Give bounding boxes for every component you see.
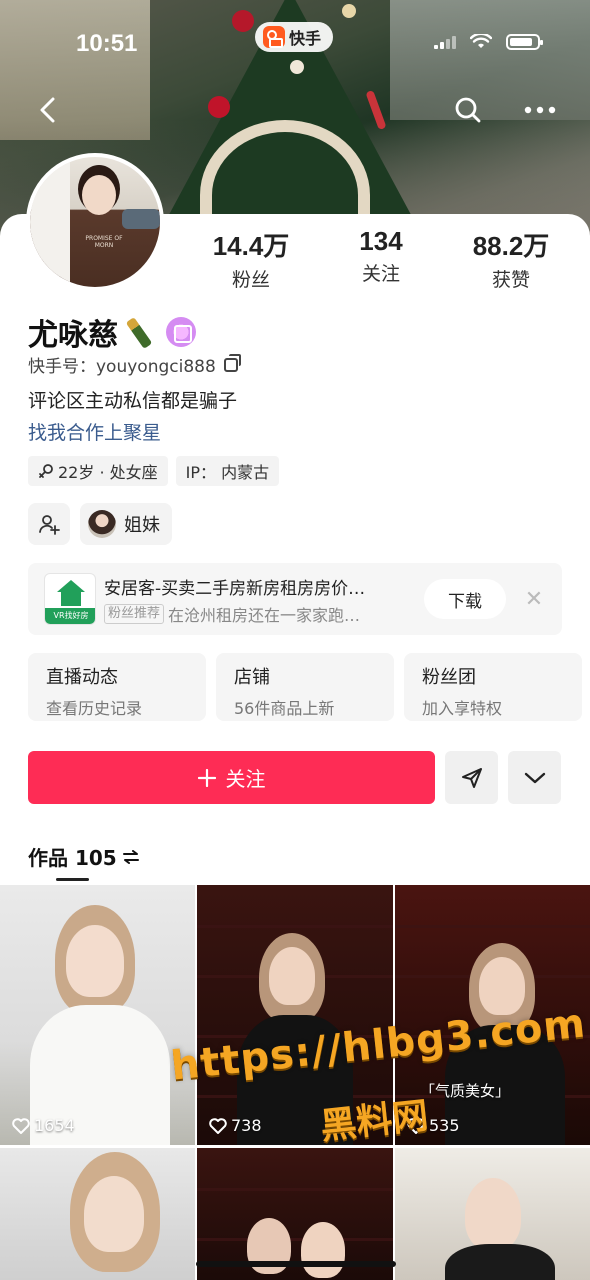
chevron-left-icon — [40, 97, 55, 123]
champagne-emoji-icon — [122, 315, 156, 349]
feature-title: 粉丝团 — [422, 667, 476, 688]
app-pill-label: 快手 — [289, 29, 322, 48]
follow-label: 关注 — [225, 767, 266, 791]
heart-icon — [12, 1117, 30, 1134]
stats-row: 14.4万 粉丝 134 关注 88.2万 获赞 — [196, 226, 566, 292]
stat-value: 88.2万 — [472, 231, 550, 261]
add-user-icon — [39, 515, 60, 535]
friend-avatar — [88, 510, 116, 538]
status-bar: 10:51 快手 — [0, 0, 590, 88]
likes-value: 738 — [231, 1116, 262, 1135]
level-badge-icon[interactable] — [166, 317, 196, 347]
feature-title: 店铺 — [234, 667, 270, 688]
add-friend-button[interactable] — [28, 503, 70, 545]
wifi-icon — [470, 34, 492, 48]
bio-text: 评论区主动私信都是骗子 — [28, 390, 238, 412]
more-button[interactable] — [518, 88, 562, 132]
chevron-down-icon — [524, 772, 545, 783]
stat-value: 14.4万 — [212, 231, 290, 261]
home-indicator[interactable] — [196, 1261, 396, 1267]
video-thumb[interactable] — [0, 1148, 195, 1280]
friend-pill[interactable]: 姐妹 — [80, 503, 172, 545]
works-tab-indicator — [56, 878, 89, 881]
feature-shop[interactable]: 店铺 56件商品上新 — [216, 653, 394, 721]
profile-name: 尤咏慈 — [28, 318, 118, 353]
ad-title: 安居客-买卖二手房新房租房房价… — [104, 579, 366, 599]
feature-fanclub[interactable]: 粉丝团 加入享特权 — [404, 653, 582, 721]
ip-tag-label: IP： 内蒙古 — [185, 463, 270, 482]
feature-subtitle: 查看历史记录 — [46, 699, 143, 718]
ad-subtitle: 在沧州租房还在一家家跑… — [168, 606, 361, 625]
video-caption: 「气质美女」 — [420, 1082, 511, 1100]
expand-button[interactable] — [508, 751, 561, 804]
system-icons — [434, 34, 543, 50]
ad-tag: 粉丝推荐 — [104, 604, 165, 624]
feature-title: 直播动态 — [46, 667, 118, 688]
battery-icon — [506, 34, 543, 50]
follow-button[interactable]: 关注 — [28, 751, 435, 804]
likes-count: 1654 — [12, 1116, 75, 1135]
age-tag: 22岁 · 处女座 — [28, 456, 168, 486]
stat-following[interactable]: 134 关注 — [326, 226, 436, 292]
likes-value: 1654 — [34, 1116, 75, 1135]
kuaishou-id: 快手号：youyongci888 — [28, 357, 216, 377]
stat-label: 关注 — [361, 263, 400, 285]
status-time: 10:51 — [76, 30, 138, 57]
feature-live[interactable]: 直播动态 查看历史记录 — [28, 653, 206, 721]
friend-label: 姐妹 — [124, 515, 160, 536]
stat-label: 获赞 — [491, 269, 530, 291]
social-pills: 姐妹 — [28, 503, 172, 545]
app-pill[interactable]: 快手 — [255, 22, 334, 52]
ad-download-button[interactable]: 下载 — [424, 579, 506, 619]
search-button[interactable] — [446, 88, 490, 132]
avatar[interactable]: PROMISE OF MORN — [26, 153, 164, 291]
copy-icon[interactable] — [223, 353, 241, 372]
ad-banner[interactable]: VR找好房 安居客-买卖二手房新房租房房价… 粉丝推荐 在沧州租房还在一家家跑…… — [28, 563, 562, 635]
ad-subtitle-row: 粉丝推荐 在沧州租房还在一家家跑… — [104, 602, 424, 626]
likes-value: 535 — [429, 1116, 460, 1135]
stat-followers[interactable]: 14.4万 粉丝 — [196, 226, 306, 292]
works-tab-label: 作品 105 — [28, 846, 117, 870]
anjuke-app-icon: VR找好房 — [44, 573, 96, 625]
feature-subtitle: 56件商品上新 — [234, 699, 335, 718]
video-thumb[interactable]: 1654 — [0, 885, 195, 1145]
works-tab[interactable]: 作品 105 — [28, 842, 139, 871]
more-dots-icon — [524, 106, 556, 114]
kuaishou-id-row[interactable]: 快手号：youyongci888 — [28, 352, 241, 377]
close-icon[interactable]: ✕ — [520, 585, 548, 613]
ad-icon-text: VR找好房 — [45, 608, 95, 624]
age-tag-label: 22岁 · 处女座 — [58, 463, 158, 482]
heart-icon — [209, 1117, 227, 1134]
stat-value: 134 — [359, 226, 403, 256]
feature-subtitle: 加入享特权 — [422, 699, 503, 718]
message-button[interactable] — [445, 751, 498, 804]
likes-count: 738 — [209, 1116, 262, 1135]
video-thumb[interactable] — [395, 1148, 590, 1280]
ip-tag: IP： 内蒙古 — [175, 456, 280, 486]
stat-likes[interactable]: 88.2万 获赞 — [456, 226, 566, 292]
swap-icon — [122, 849, 139, 864]
bio-link[interactable]: 找我合作上聚星 — [28, 418, 161, 445]
kuaishou-logo-icon — [263, 26, 285, 48]
back-button[interactable] — [26, 88, 70, 132]
female-icon — [39, 464, 53, 478]
stat-label: 粉丝 — [231, 269, 270, 291]
name-row: 尤咏慈 — [28, 310, 196, 354]
send-icon — [461, 767, 482, 788]
signal-icon — [434, 35, 456, 49]
search-icon — [455, 97, 481, 123]
plus-icon — [197, 768, 216, 787]
info-tags: 22岁 · 处女座 IP： 内蒙古 — [28, 456, 280, 486]
